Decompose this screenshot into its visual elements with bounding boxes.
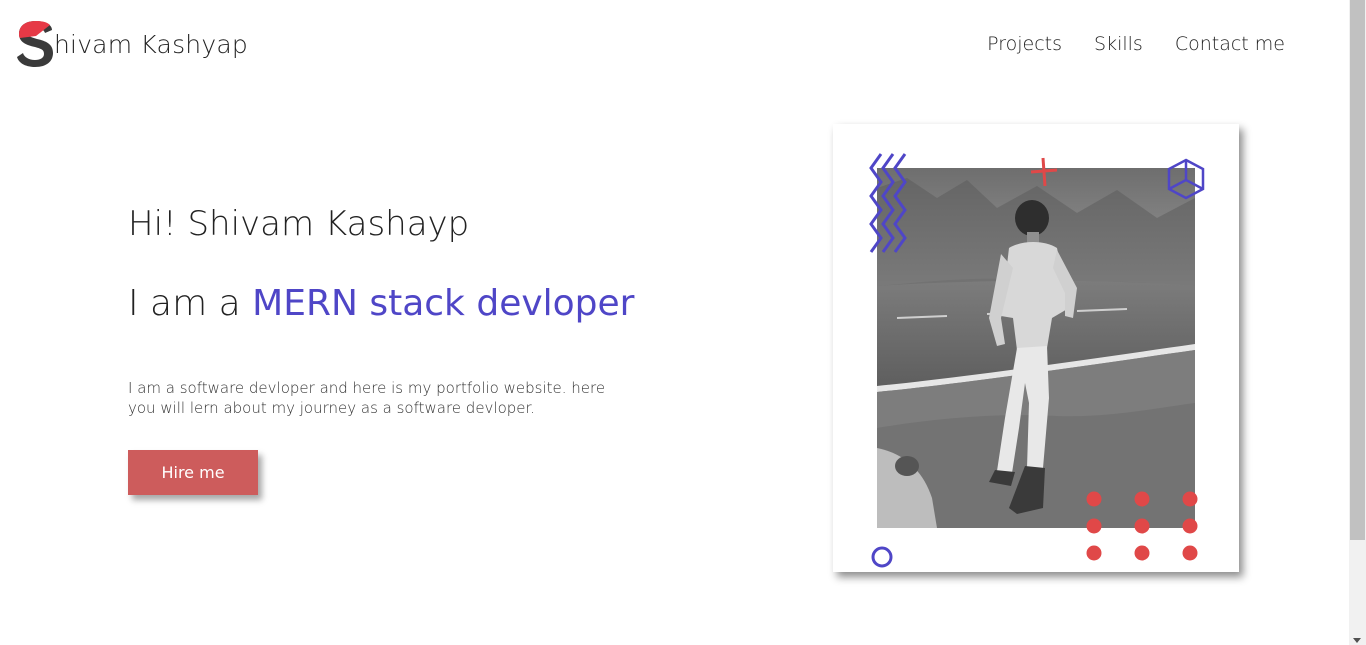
hero-greeting: Hi! Shivam Kashayp	[128, 204, 470, 244]
page-scrollbar[interactable]	[1349, 0, 1366, 645]
logo-s-icon	[17, 21, 53, 67]
nav-contact[interactable]: Contact me	[1175, 33, 1285, 55]
site-logo[interactable]: hivam Kashyap	[16, 20, 248, 68]
profile-photo-card	[833, 124, 1239, 572]
hero-description: I am a software devloper and here is my …	[128, 379, 606, 417]
nav-projects[interactable]: Projects	[987, 33, 1062, 55]
plus-decoration-icon	[1030, 157, 1058, 187]
hero-role: I am a MERN stack devloper	[128, 283, 634, 324]
dot-grid-decoration-icon	[1086, 491, 1198, 561]
zigzag-decoration-icon	[869, 153, 907, 253]
nav-skills[interactable]: Skills	[1094, 33, 1143, 55]
role-prefix: I am a	[128, 283, 253, 324]
cube-decoration-icon	[1167, 158, 1205, 200]
hire-me-button[interactable]: Hire me	[128, 450, 258, 495]
scroll-down-arrow-icon[interactable]	[1353, 638, 1361, 643]
profile-photo	[877, 168, 1195, 528]
main-nav: Projects Skills Contact me	[987, 33, 1285, 55]
ring-decoration-icon	[871, 546, 893, 568]
scrollbar-thumb[interactable]	[1350, 0, 1365, 540]
logo-text: hivam Kashyap	[54, 29, 248, 59]
role-highlight: MERN stack devloper	[252, 283, 635, 324]
